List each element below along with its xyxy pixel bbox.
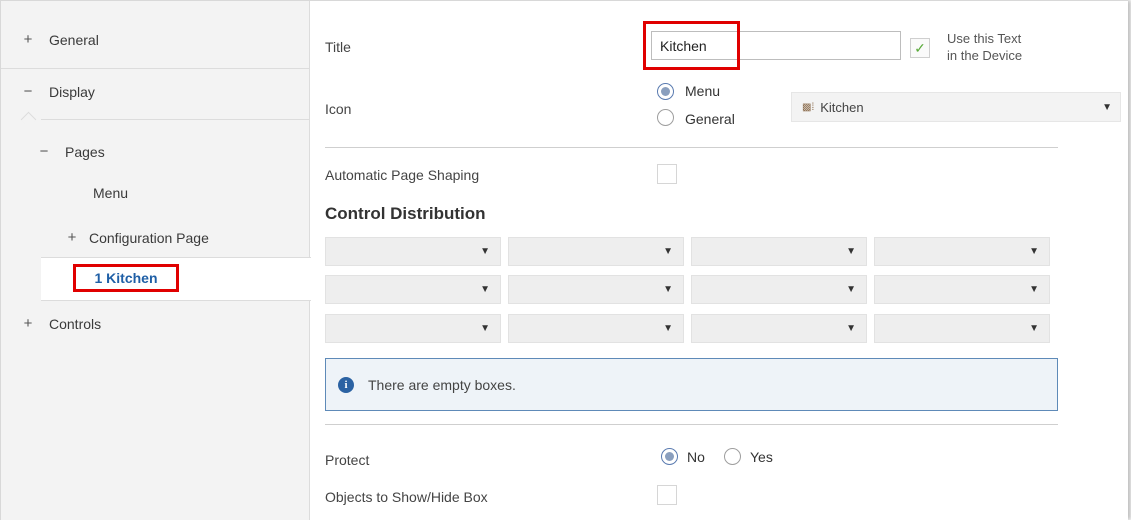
- sidebar-item-pages[interactable]: − Pages: [37, 143, 105, 160]
- expand-icon[interactable]: +: [21, 315, 35, 332]
- protect-yes-radio[interactable]: [724, 448, 741, 465]
- info-icon: i: [338, 376, 354, 393]
- control-slot-select[interactable]: [691, 237, 867, 266]
- icon-dropdown[interactable]: ▩⁞ Kitchen ▼: [791, 92, 1121, 122]
- control-slot-select[interactable]: [508, 314, 684, 343]
- sidebar-item-label: Configuration Page: [89, 229, 209, 246]
- protect-no-radio[interactable]: [661, 448, 678, 465]
- sidebar-item-label: Controls: [49, 315, 102, 332]
- icon-general-radio[interactable]: [657, 109, 674, 126]
- icon-dropdown-value: Kitchen: [820, 99, 864, 115]
- control-slot-select[interactable]: [325, 314, 501, 343]
- divider: [325, 147, 1058, 148]
- protect-yes-label: Yes: [750, 449, 773, 465]
- objects-box-checkbox[interactable]: [657, 485, 677, 505]
- control-slot-select[interactable]: [691, 314, 867, 343]
- automatic-page-shaping-checkbox[interactable]: [657, 164, 677, 184]
- divider: [41, 119, 309, 120]
- use-text-label: Use this Text in the Device: [947, 31, 1023, 63]
- sidebar-item-label: General: [49, 31, 99, 48]
- divider: [1, 68, 309, 69]
- control-slot-select[interactable]: [325, 275, 501, 304]
- sidebar-item-menu[interactable]: Menu: [93, 185, 128, 201]
- collapse-icon[interactable]: −: [21, 83, 35, 100]
- tree-notch: [20, 111, 37, 128]
- control-slot-select[interactable]: [874, 275, 1050, 304]
- sidebar-item-label: Menu: [93, 185, 129, 201]
- control-distribution-heading: Control Distribution: [325, 204, 486, 223]
- icon-menu-radio[interactable]: [657, 83, 674, 100]
- title-label: Title: [325, 39, 351, 55]
- protect-label: Protect: [325, 452, 370, 468]
- control-slot-select[interactable]: [874, 314, 1050, 343]
- expand-icon[interactable]: +: [65, 229, 79, 246]
- collapse-icon[interactable]: −: [37, 143, 51, 160]
- sidebar-item-display[interactable]: − Display: [21, 83, 95, 100]
- objects-box-label: Objects to Show/Hide Box: [325, 489, 488, 505]
- control-slot-select[interactable]: [874, 237, 1050, 266]
- window: + General − Display − Pages Menu + Confi…: [0, 0, 1128, 520]
- title-input[interactable]: [651, 31, 901, 60]
- sidebar-item-configuration-page[interactable]: + Configuration Page: [65, 229, 209, 246]
- protect-no-label: No: [687, 449, 705, 465]
- icon-menu-label: Menu: [685, 83, 721, 99]
- control-slot-select[interactable]: [691, 275, 867, 304]
- control-slot-select[interactable]: [325, 237, 501, 266]
- sidebar: + General − Display − Pages Menu + Confi…: [1, 1, 311, 520]
- sidebar-item-general[interactable]: + General: [21, 31, 99, 48]
- icon-label: Icon: [325, 101, 352, 117]
- expand-icon[interactable]: +: [21, 31, 35, 48]
- control-slot-select[interactable]: [508, 237, 684, 266]
- control-slot-select[interactable]: [508, 275, 684, 304]
- sidebar-item-label: Pages: [65, 143, 105, 160]
- divider: [325, 424, 1058, 425]
- sidebar-item-kitchen-label[interactable]: 1 Kitchen: [73, 264, 179, 292]
- use-text-checkbox[interactable]: ✓: [910, 38, 930, 58]
- icon-general-label: General: [685, 111, 735, 127]
- sidebar-item-controls[interactable]: + Controls: [21, 315, 102, 332]
- info-banner: i There are empty boxes.: [325, 358, 1058, 411]
- info-message: There are empty boxes.: [368, 376, 516, 393]
- sidebar-item-label: Display: [49, 83, 95, 100]
- chevron-down-icon: ▼: [1102, 102, 1112, 113]
- kitchen-icon: ▩⁞: [802, 101, 815, 113]
- automatic-page-shaping-label: Automatic Page Shaping: [325, 167, 480, 183]
